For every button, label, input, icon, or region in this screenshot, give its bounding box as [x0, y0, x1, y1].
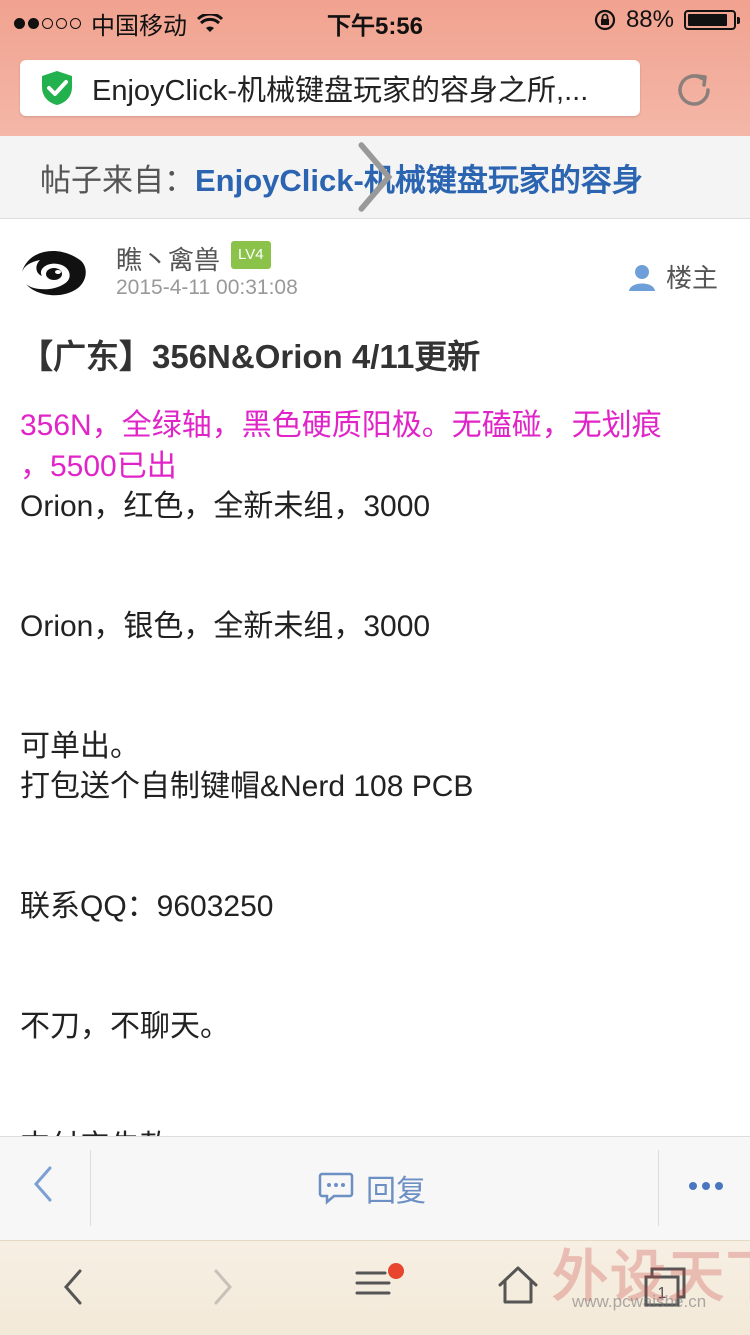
watermark-site: www.pcwaishe.cn [572, 1292, 707, 1311]
browser-forward-icon[interactable] [208, 1267, 238, 1307]
reply-label: 回复 [366, 1175, 426, 1208]
user-icon [629, 264, 655, 291]
battery-percent: 88% [625, 6, 674, 33]
home-icon[interactable] [496, 1263, 540, 1307]
address-bar[interactable]: EnjoyClick-机械键盘玩家的容身之所,... [20, 60, 640, 116]
post-line: ，5500已出 [20, 450, 177, 483]
divider [90, 1150, 91, 1226]
avatar[interactable] [18, 236, 92, 308]
battery-info: 88% [594, 6, 740, 34]
menu-icon[interactable] [354, 1261, 406, 1301]
post-line: Orion，红色，全新未组，3000 [20, 490, 431, 523]
post-line: 不刀，不聊天。 [20, 1010, 230, 1043]
post-date: 2015-4-11 00:31:08 [116, 276, 298, 299]
divider [658, 1150, 659, 1226]
post-title: 【广东】356N&Orion 4/11更新 [20, 338, 481, 375]
status-bar: 中国移动 下午5:56 88% [0, 0, 750, 40]
post-line: 356N，全绿轴，黑色硬质阳极。无磕碰，无划痕 [20, 409, 662, 442]
reply-button[interactable]: 回复 [318, 1166, 426, 1210]
back-icon[interactable] [28, 1162, 58, 1206]
comment-icon [318, 1172, 354, 1205]
chevron-right-icon[interactable] [0, 136, 750, 218]
level-badge: LV4 [231, 241, 271, 269]
post-line: 联系QQ：9603250 [20, 890, 274, 923]
post-line: 打包送个自制键帽&Nerd 108 PCB [20, 770, 474, 803]
browser-back-icon[interactable] [58, 1267, 88, 1307]
page-title-url: EnjoyClick-机械键盘玩家的容身之所,... [92, 75, 589, 107]
thread-owner-badge: 楼主 [628, 258, 718, 295]
author-name[interactable]: 瞧丶禽兽 [116, 240, 220, 277]
more-icon[interactable] [688, 1178, 724, 1194]
refresh-icon[interactable] [672, 68, 716, 112]
owner-label: 楼主 [666, 263, 719, 293]
post-line: Orion，银色，全新未组，3000 [20, 610, 431, 643]
post-line: 可单出。 [20, 730, 140, 763]
battery-icon [684, 10, 740, 30]
secure-shield-icon [42, 71, 72, 105]
rotation-lock-icon [594, 9, 616, 31]
